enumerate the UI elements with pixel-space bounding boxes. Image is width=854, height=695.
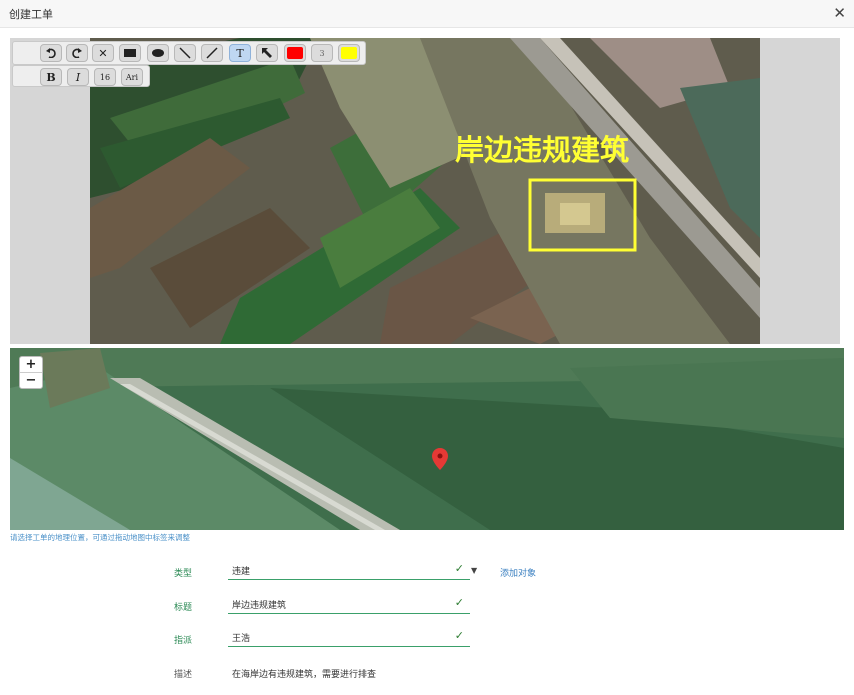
map-hint: 请选择工单的地理位置，可通过拖动地图中标签来调整: [10, 533, 190, 542]
aerial-photo[interactable]: 岸边违规建筑: [90, 38, 760, 344]
dialog-title: 创建工单: [9, 8, 53, 21]
type-select[interactable]: 违建 ✓: [228, 562, 470, 580]
assign-label: 指派: [174, 636, 193, 646]
zoom-out-button[interactable]: −: [20, 373, 42, 389]
add-object-link[interactable]: 添加对象: [500, 566, 536, 579]
check-icon: ✓: [454, 562, 464, 575]
stroke-width-button[interactable]: 3: [311, 44, 333, 62]
yellow-color-swatch[interactable]: [338, 44, 360, 62]
chevron-down-icon[interactable]: ▼: [471, 566, 477, 575]
undo-icon[interactable]: [40, 44, 62, 62]
zoom-in-button[interactable]: +: [20, 357, 42, 373]
rectangle-icon[interactable]: [119, 44, 141, 62]
delete-icon[interactable]: ✕: [92, 44, 114, 62]
assign-input[interactable]: 王浩 ✓: [228, 629, 470, 647]
title-label: 标题: [174, 603, 193, 613]
font-family-button[interactable]: Ari: [121, 68, 143, 86]
check-icon: ✓: [454, 629, 464, 642]
text-format-toolbar: B I 16 Ari: [12, 65, 150, 87]
description-label: 描述: [174, 670, 193, 680]
font-size-button[interactable]: 16: [94, 68, 116, 86]
type-value: 违建: [232, 567, 251, 577]
arrow-icon[interactable]: [256, 44, 278, 62]
check-icon: ✓: [454, 596, 464, 609]
close-icon[interactable]: ✕: [833, 4, 846, 22]
red-color-swatch[interactable]: [284, 44, 306, 62]
pen-icon[interactable]: [201, 44, 223, 62]
title-input[interactable]: 岸边违规建筑 ✓: [228, 596, 470, 614]
ellipse-icon[interactable]: [147, 44, 169, 62]
type-label: 类型: [174, 569, 193, 579]
redo-icon[interactable]: [66, 44, 88, 62]
text-icon[interactable]: T: [229, 44, 251, 62]
line-icon[interactable]: [174, 44, 196, 62]
title-value: 岸边违规建筑: [232, 601, 287, 611]
italic-icon[interactable]: I: [67, 68, 89, 86]
annotation-text[interactable]: 岸边违规建筑: [455, 133, 629, 167]
map-zoom-control: + −: [19, 356, 43, 389]
bold-icon[interactable]: B: [40, 68, 62, 86]
dialog-titlebar: 创建工单 ✕: [0, 0, 854, 28]
assign-value: 王浩: [232, 634, 251, 644]
create-ticket-dialog: 创建工单 ✕ 岸边违规建筑 ✕ T 3 B I 16 Ari + − 请选择工单…: [0, 0, 854, 695]
drawing-toolbar: ✕ T 3: [12, 41, 366, 65]
location-map[interactable]: [10, 348, 844, 530]
description-text[interactable]: 在海岸边有违规建筑，需要进行排查: [232, 667, 376, 680]
